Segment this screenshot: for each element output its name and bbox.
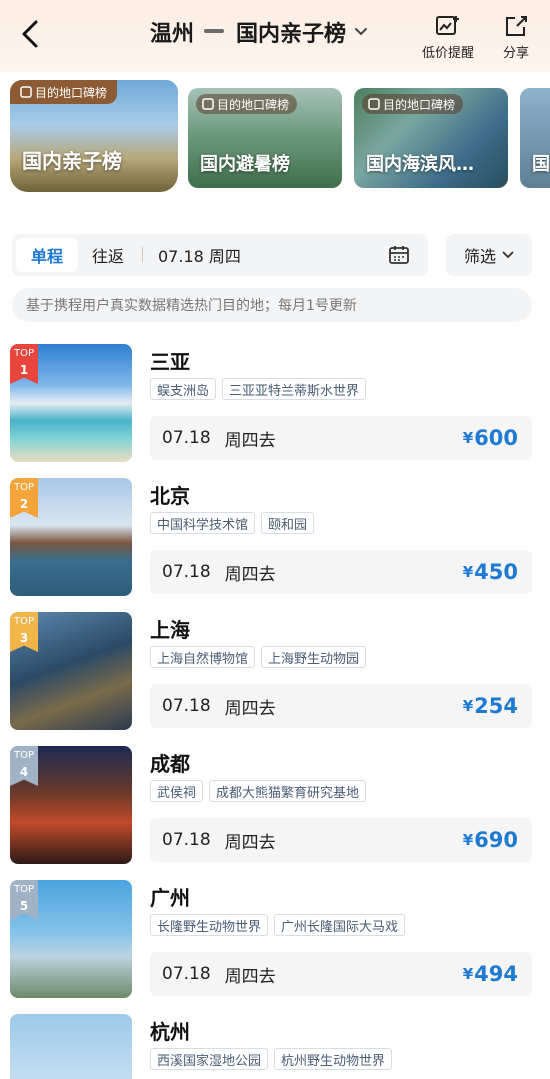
city-name: 杭州 xyxy=(150,1020,190,1044)
top-bar: 温州 国内亲子榜 低价提醒 分享 xyxy=(0,0,550,72)
filter-button[interactable]: 筛选 xyxy=(446,234,532,276)
attraction-tags: 长隆野生动物世界 广州长隆国际大马戏 xyxy=(150,914,406,936)
departure-date[interactable]: 07.18 周四 xyxy=(158,238,241,272)
list-item[interactable]: TOP 3 上海 上海自然博物馆 上海野生动物园 07.18 周四去 ¥254 xyxy=(0,612,550,736)
rank-badge: TOP 4 xyxy=(10,746,38,786)
category-badge: 目的地口碑榜 xyxy=(196,94,298,114)
share-button[interactable]: 分享 xyxy=(484,14,548,61)
calendar-icon[interactable] xyxy=(388,244,410,266)
destination-image: TOP 5 xyxy=(10,880,132,998)
attraction-tag[interactable]: 成都大熊猫繁育研究基地 xyxy=(209,780,367,802)
price: ¥254 xyxy=(462,694,518,718)
list-item[interactable]: TOP 1 三亚 蜈支洲岛 三亚亚特兰蒂斯水世界 07.18 周四去 ¥600 xyxy=(0,344,550,468)
divider xyxy=(142,247,143,263)
badge-icon xyxy=(202,98,214,110)
city-name: 北京 xyxy=(150,484,190,508)
city-name: 三亚 xyxy=(150,350,190,374)
category-badge: 目的地口碑榜 xyxy=(10,80,118,104)
destination-image: TOP 1 xyxy=(10,344,132,462)
category-card-summer[interactable]: 目的地口碑榜 国内避暑榜 xyxy=(188,88,342,188)
ranking-title: 国内亲子榜 xyxy=(236,22,347,47)
price-alert-label: 低价提醒 xyxy=(421,46,474,61)
list-item[interactable]: TOP 5 广州 长隆野生动物世界 广州长隆国际大马戏 07.18 周四去 ¥494 xyxy=(0,880,550,1004)
badge-icon xyxy=(20,86,32,98)
list-item[interactable]: TOP 4 成都 武侯祠 成都大熊猫繁育研究基地 07.18 周四去 ¥690 xyxy=(0,746,550,870)
attraction-tags: 西溪国家湿地公园 杭州野生动物世界 xyxy=(150,1048,393,1070)
destination-image: TOP 4 xyxy=(10,746,132,864)
badge-icon xyxy=(368,98,380,110)
attraction-tag[interactable]: 广州长隆国际大马戏 xyxy=(274,914,406,936)
category-card-family[interactable]: 目的地口碑榜 国内亲子榜 xyxy=(10,80,178,192)
attraction-tag[interactable]: 蜈支洲岛 xyxy=(150,378,217,400)
category-label: 国内亲子榜 xyxy=(22,149,122,173)
attraction-tag[interactable]: 中国科学技术馆 xyxy=(150,512,256,534)
attraction-tag[interactable]: 颐和园 xyxy=(261,512,315,534)
attraction-tag[interactable]: 西溪国家湿地公园 xyxy=(150,1048,269,1070)
trip-options-bar: 单程 往返 07.18 周四 xyxy=(12,234,428,276)
rank-badge: TOP 1 xyxy=(10,344,38,384)
route-dash xyxy=(204,29,225,33)
rank-badge: TOP 3 xyxy=(10,612,38,652)
city-name: 上海 xyxy=(150,618,190,642)
attraction-tags: 中国科学技术馆 颐和园 xyxy=(150,512,315,534)
filter-label: 筛选 xyxy=(463,247,496,266)
attraction-tag[interactable]: 武侯祠 xyxy=(150,780,204,802)
attraction-tags: 蜈支洲岛 三亚亚特兰蒂斯水世界 xyxy=(150,378,367,400)
list-item[interactable]: TOP 2 北京 中国科学技术馆 颐和园 07.18 周四去 ¥450 xyxy=(0,478,550,602)
destination-image: TOP 3 xyxy=(10,612,132,730)
category-badge: 目的地口碑榜 xyxy=(362,94,464,114)
category-label: 国 xyxy=(532,154,550,175)
ranking-category-carousel: 目的地口碑榜 国内亲子榜 目的地口碑榜 国内避暑榜 目的地口碑榜 国内海滨风… … xyxy=(10,80,550,192)
destination-image xyxy=(10,1014,132,1079)
flight-date: 07.18 周四去 xyxy=(162,562,276,585)
flight-price-box[interactable]: 07.18 周四去 ¥450 xyxy=(150,550,532,594)
city-name: 广州 xyxy=(150,886,190,910)
price: ¥450 xyxy=(462,560,518,584)
category-badge-text: 目的地口碑榜 xyxy=(383,97,456,112)
rank-badge: TOP 5 xyxy=(10,880,38,920)
attraction-tag[interactable]: 长隆野生动物世界 xyxy=(150,914,269,936)
attraction-tag[interactable]: 三亚亚特兰蒂斯水世界 xyxy=(222,378,367,400)
flight-price-box[interactable]: 07.18 周四去 ¥690 xyxy=(150,818,532,862)
chevron-down-icon xyxy=(502,251,514,259)
attraction-tags: 上海自然博物馆 上海野生动物园 xyxy=(150,646,367,668)
attraction-tag[interactable]: 杭州野生动物世界 xyxy=(274,1048,393,1070)
category-card-partial[interactable]: 国 xyxy=(520,88,550,188)
round-trip-tab[interactable]: 往返 xyxy=(84,238,132,272)
update-notice: 基于携程用户真实数据精选热门目的地；每月1号更新 xyxy=(12,288,532,322)
one-way-tab[interactable]: 单程 xyxy=(16,238,78,272)
list-item[interactable]: 杭州 西溪国家湿地公园 杭州野生动物世界 xyxy=(0,1014,550,1079)
page-title[interactable]: 温州 国内亲子榜 xyxy=(150,14,368,50)
flight-price-box[interactable]: 07.18 周四去 ¥600 xyxy=(150,416,532,460)
price: ¥690 xyxy=(462,828,518,852)
share-icon xyxy=(506,16,527,36)
price-alert-icon xyxy=(436,16,459,35)
category-badge-text: 目的地口碑榜 xyxy=(217,97,290,112)
destination-image: TOP 2 xyxy=(10,478,132,596)
price: ¥494 xyxy=(462,962,518,986)
category-card-seaside[interactable]: 目的地口碑榜 国内海滨风… xyxy=(354,88,508,188)
attraction-tag[interactable]: 上海自然博物馆 xyxy=(150,646,256,668)
attraction-tags: 武侯祠 成都大熊猫繁育研究基地 xyxy=(150,780,367,802)
flight-price-box[interactable]: 07.18 周四去 ¥494 xyxy=(150,952,532,996)
category-badge-text: 目的地口碑榜 xyxy=(35,85,108,100)
chevron-down-icon xyxy=(355,28,368,36)
rank-badge: TOP 2 xyxy=(10,478,38,518)
flight-date: 07.18 周四去 xyxy=(162,964,276,987)
category-label: 国内避暑榜 xyxy=(200,154,290,175)
departure-city: 温州 xyxy=(150,22,195,47)
chevron-left-icon xyxy=(22,20,38,48)
price: ¥600 xyxy=(462,426,518,450)
flight-date: 07.18 周四去 xyxy=(162,696,276,719)
flight-date: 07.18 周四去 xyxy=(162,428,276,451)
city-name: 成都 xyxy=(150,752,190,776)
price-alert-button[interactable]: 低价提醒 xyxy=(416,14,480,61)
flight-date: 07.18 周四去 xyxy=(162,830,276,853)
back-button[interactable] xyxy=(14,16,46,52)
category-label: 国内海滨风… xyxy=(366,154,474,175)
attraction-tag[interactable]: 上海野生动物园 xyxy=(261,646,367,668)
flight-price-box[interactable]: 07.18 周四去 ¥254 xyxy=(150,684,532,728)
share-label: 分享 xyxy=(502,46,529,61)
